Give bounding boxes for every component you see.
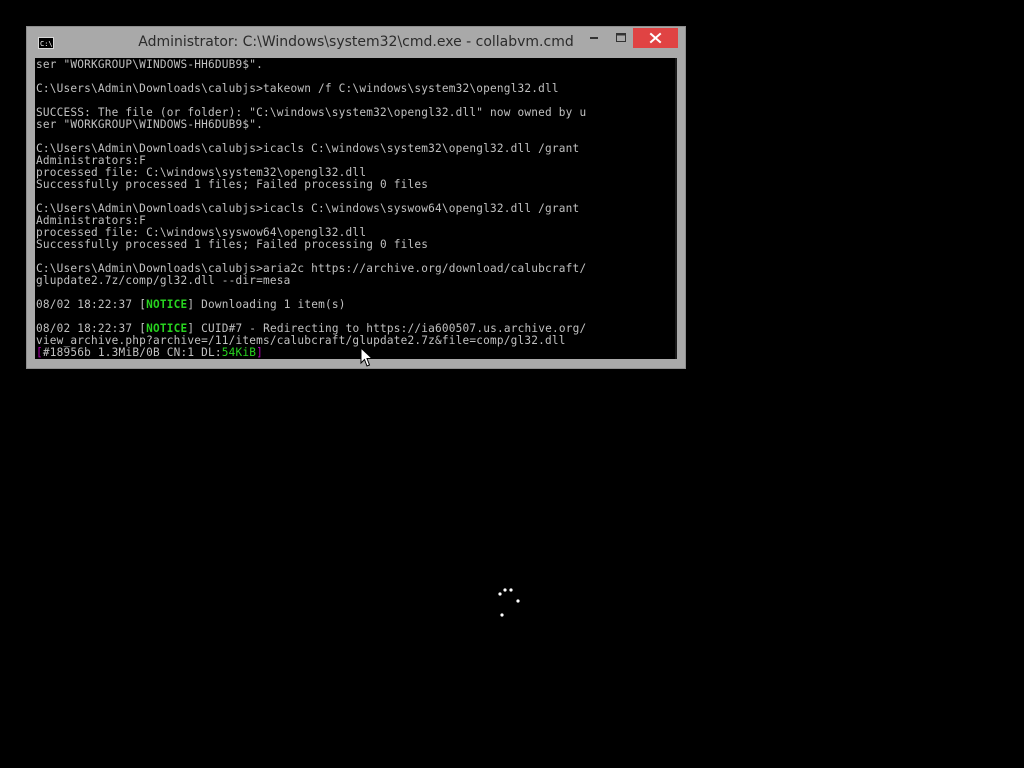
loading-spinner-icon: [498, 588, 520, 617]
notice-bracket-close: ]: [187, 298, 195, 311]
desktop: C:\ Administrator: C:\Windows\system32\c…: [0, 0, 1024, 768]
title-bar[interactable]: C:\ Administrator: C:\Windows\system32\c…: [27, 27, 685, 58]
notice-timestamp: 08/02 18:22:37: [36, 298, 133, 311]
maximize-button[interactable]: [608, 28, 634, 48]
console-line: C:\Users\Admin\Downloads\calubjs>takeown…: [36, 82, 559, 95]
notice-line: 08/02 18:22:37 [NOTICE] Downloading 1 it…: [36, 299, 346, 311]
console-line: Successfully processed 1 files; Failed p…: [36, 238, 429, 251]
close-icon: [649, 32, 662, 44]
console-line: glupdate2.7z/comp/gl32.dll --dir=mesa: [36, 274, 291, 287]
progress-bracket-open: [: [36, 346, 43, 359]
console-line: ser "WORKGROUP\WINDOWS-HH6DUB9$".: [36, 118, 264, 131]
console-output[interactable]: ser "WORKGROUP\WINDOWS-HH6DUB9$". C:\Use…: [35, 58, 677, 359]
progress-stats: #18956b 1.3MiB/0B CN:1 DL:: [42, 346, 222, 359]
progress-bracket-close: ]: [256, 346, 264, 359]
minimize-icon: [590, 37, 598, 39]
console-line: Successfully processed 1 files; Failed p…: [36, 178, 429, 191]
minimize-button[interactable]: [581, 28, 607, 48]
console-scrollbar[interactable]: [675, 58, 677, 359]
notice-message: Downloading 1 item(s): [201, 298, 346, 311]
close-button[interactable]: [633, 28, 678, 48]
maximize-icon: [616, 33, 626, 42]
cmd-window[interactable]: C:\ Administrator: C:\Windows\system32\c…: [26, 26, 686, 369]
notice-tag: NOTICE: [146, 298, 188, 311]
download-speed: 54KiB: [221, 346, 257, 359]
console-line: ser "WORKGROUP\WINDOWS-HH6DUB9$".: [36, 58, 264, 71]
progress-line: [#18956b 1.3MiB/0B CN:1 DL:54KiB]: [36, 347, 263, 359]
mouse-pointer-icon: [360, 347, 374, 367]
